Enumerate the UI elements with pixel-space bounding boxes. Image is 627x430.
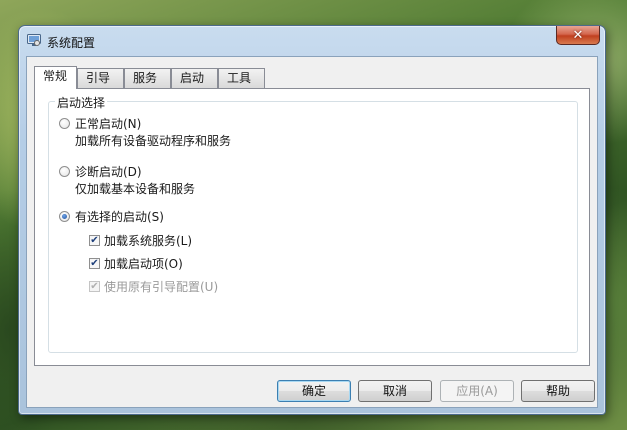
tab-general[interactable]: 常规 xyxy=(34,66,77,89)
window-title: 系统配置 xyxy=(47,36,96,50)
selective-startup-radio[interactable]: 有选择的启动(S) xyxy=(59,208,164,225)
tab-boot[interactable]: 引导 xyxy=(77,68,124,88)
radio-circle xyxy=(59,166,70,177)
checkbox-label: 加载系统服务(L) xyxy=(104,234,193,248)
tab-services[interactable]: 服务 xyxy=(124,68,171,88)
radio-circle xyxy=(59,118,70,129)
close-button[interactable]: ✕ xyxy=(556,26,600,45)
group-legend: 启动选择 xyxy=(55,94,108,111)
normal-startup-description: 加载所有设备驱动程序和服务 xyxy=(75,134,232,148)
normal-startup-radio[interactable]: 正常启动(N) xyxy=(59,115,141,132)
apply-button: 应用(A) xyxy=(440,380,514,402)
checkbox-label: 使用原有引导配置(U) xyxy=(104,280,219,294)
system-config-window: 系统配置 ✕ 常规 引导 服务 启动 工具 启动选择 正常启动(N) 加载所有设… xyxy=(18,25,606,415)
radio-label: 诊断启动(D) xyxy=(75,165,142,179)
startup-selection-group: 启动选择 正常启动(N) 加载所有设备驱动程序和服务 诊断启动(D) 仅加载基本… xyxy=(48,94,578,353)
check-icon: ✔ xyxy=(89,258,100,269)
use-original-boot-config-checkbox: ✔ 使用原有引导配置(U) xyxy=(89,278,218,295)
cancel-button[interactable]: 取消 xyxy=(358,380,432,402)
radio-label: 有选择的启动(S) xyxy=(75,210,164,224)
diagnostic-startup-description: 仅加载基本设备和服务 xyxy=(75,182,196,196)
client-area: 常规 引导 服务 启动 工具 启动选择 正常启动(N) 加载所有设备驱动程序和服… xyxy=(26,56,598,408)
load-startup-items-checkbox[interactable]: ✔ 加载启动项(O) xyxy=(89,255,183,272)
ok-button[interactable]: 确定 xyxy=(277,380,351,402)
checkbox-label: 加载启动项(O) xyxy=(104,257,183,271)
help-button[interactable]: 帮助 xyxy=(521,380,595,402)
tab-panel-general: 启动选择 正常启动(N) 加载所有设备驱动程序和服务 诊断启动(D) 仅加载基本… xyxy=(34,88,590,366)
check-icon: ✔ xyxy=(89,235,100,246)
load-system-services-checkbox[interactable]: ✔ 加载系统服务(L) xyxy=(89,232,192,249)
radio-label: 正常启动(N) xyxy=(75,117,142,131)
system-config-icon xyxy=(27,34,41,46)
check-icon: ✔ xyxy=(89,281,100,292)
tab-tools[interactable]: 工具 xyxy=(218,68,265,88)
diagnostic-startup-radio[interactable]: 诊断启动(D) xyxy=(59,163,142,180)
radio-circle-checked xyxy=(59,211,70,222)
title-bar[interactable]: 系统配置 ✕ xyxy=(19,26,605,54)
tab-startup[interactable]: 启动 xyxy=(171,68,218,88)
